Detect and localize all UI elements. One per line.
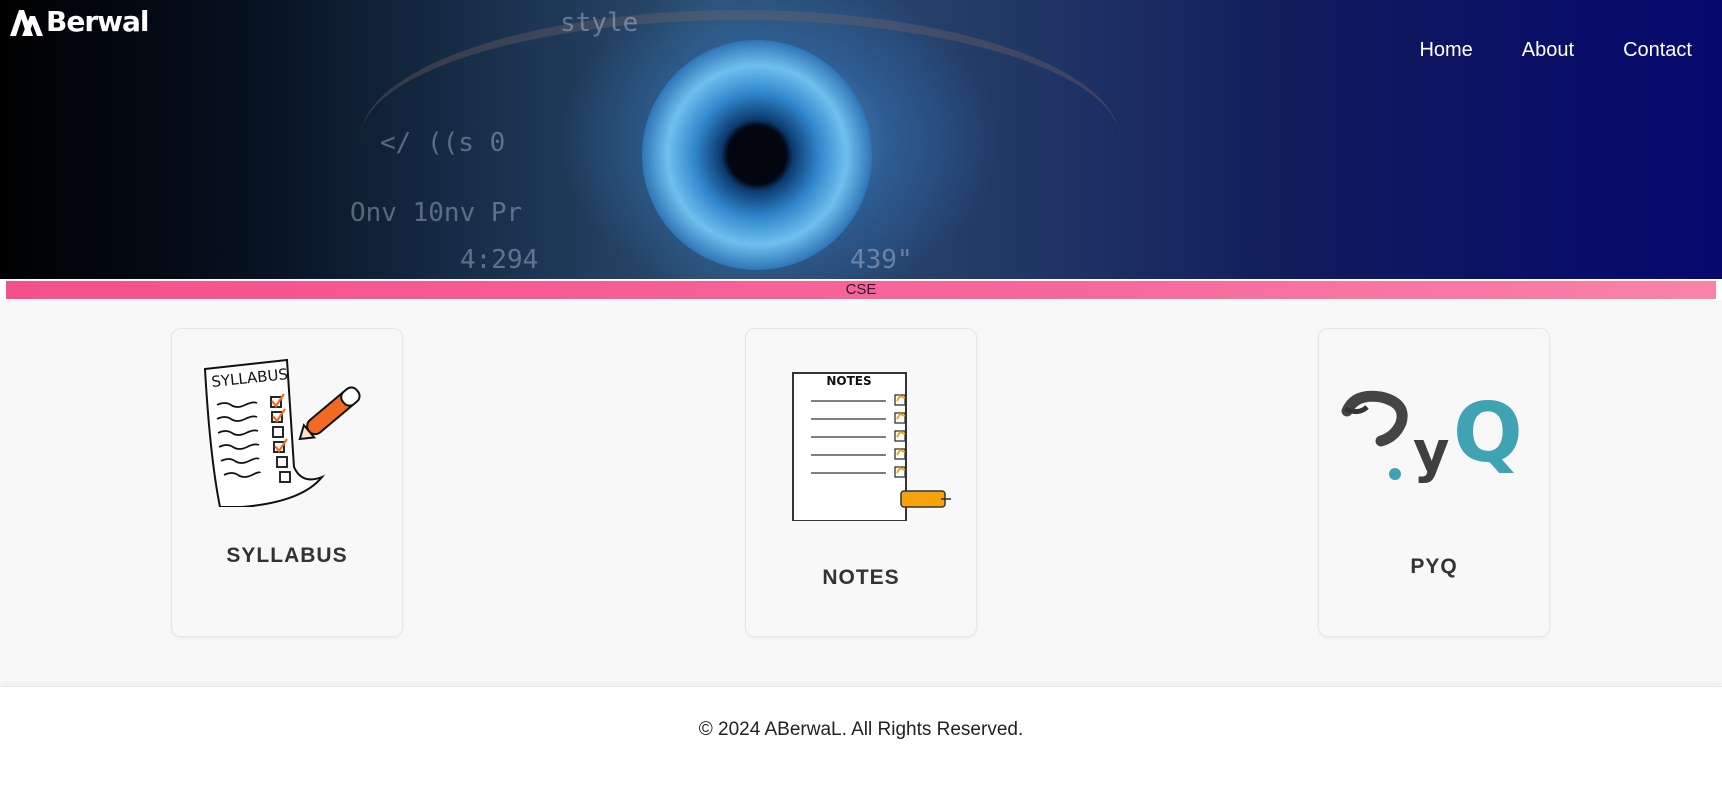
notes-page-icon: NOTES (792, 372, 951, 521)
pyq-logo-icon: y Q (1341, 389, 1523, 485)
footer: © 2024 ABerwaL. All Rights Reserved. (0, 686, 1722, 810)
pyq-card-label: PYQ (1410, 555, 1458, 578)
nav-contact-link[interactable]: Contact (1623, 39, 1692, 62)
syllabus-checklist-icon: SYLLABUS (203, 358, 361, 507)
brand-logo[interactable]: Berwal (8, 5, 149, 38)
department-label: CSE (845, 281, 877, 298)
footer-copyright: © 2024 ABerwaL. All Rights Reserved. (698, 719, 1024, 740)
notes-card-label: NOTES (822, 566, 900, 589)
notes-card[interactable]: NOTES NOTES (745, 328, 977, 637)
hero-code-decoration: 4:294 (460, 245, 539, 275)
pyq-logo-y: y (1413, 420, 1450, 485)
eye-iris-graphic (642, 40, 872, 270)
nav-home-link[interactable]: Home (1419, 39, 1472, 62)
hero-code-decoration: 439" (850, 245, 913, 275)
main-nav: Home About Contact (1419, 39, 1692, 62)
pyq-card[interactable]: y Q PYQ (1318, 328, 1550, 637)
department-banner: CSE (6, 281, 1716, 299)
nav-about-link[interactable]: About (1522, 39, 1574, 62)
hero-code-decoration: Onv 10nv Pr (350, 198, 523, 228)
brand-name: Berwal (46, 5, 149, 38)
main-content: SYLLABUS SYLLABUS NOTES NOTES y Q PYQ (0, 300, 1722, 685)
hero-code-decoration: style (560, 8, 639, 38)
hero-code-decoration: </ ((s 0 (380, 128, 506, 158)
syllabus-card-label: SYLLABUS (226, 544, 348, 567)
notes-sheet-title: NOTES (826, 374, 871, 388)
hero-banner: </ ((s 0 Onv 10nv Pr 4:294 439" style Be… (0, 0, 1722, 279)
syllabus-card[interactable]: SYLLABUS SYLLABUS (171, 328, 403, 637)
ab-monogram-icon (10, 9, 43, 36)
pyq-logo-q: Q (1453, 389, 1523, 481)
